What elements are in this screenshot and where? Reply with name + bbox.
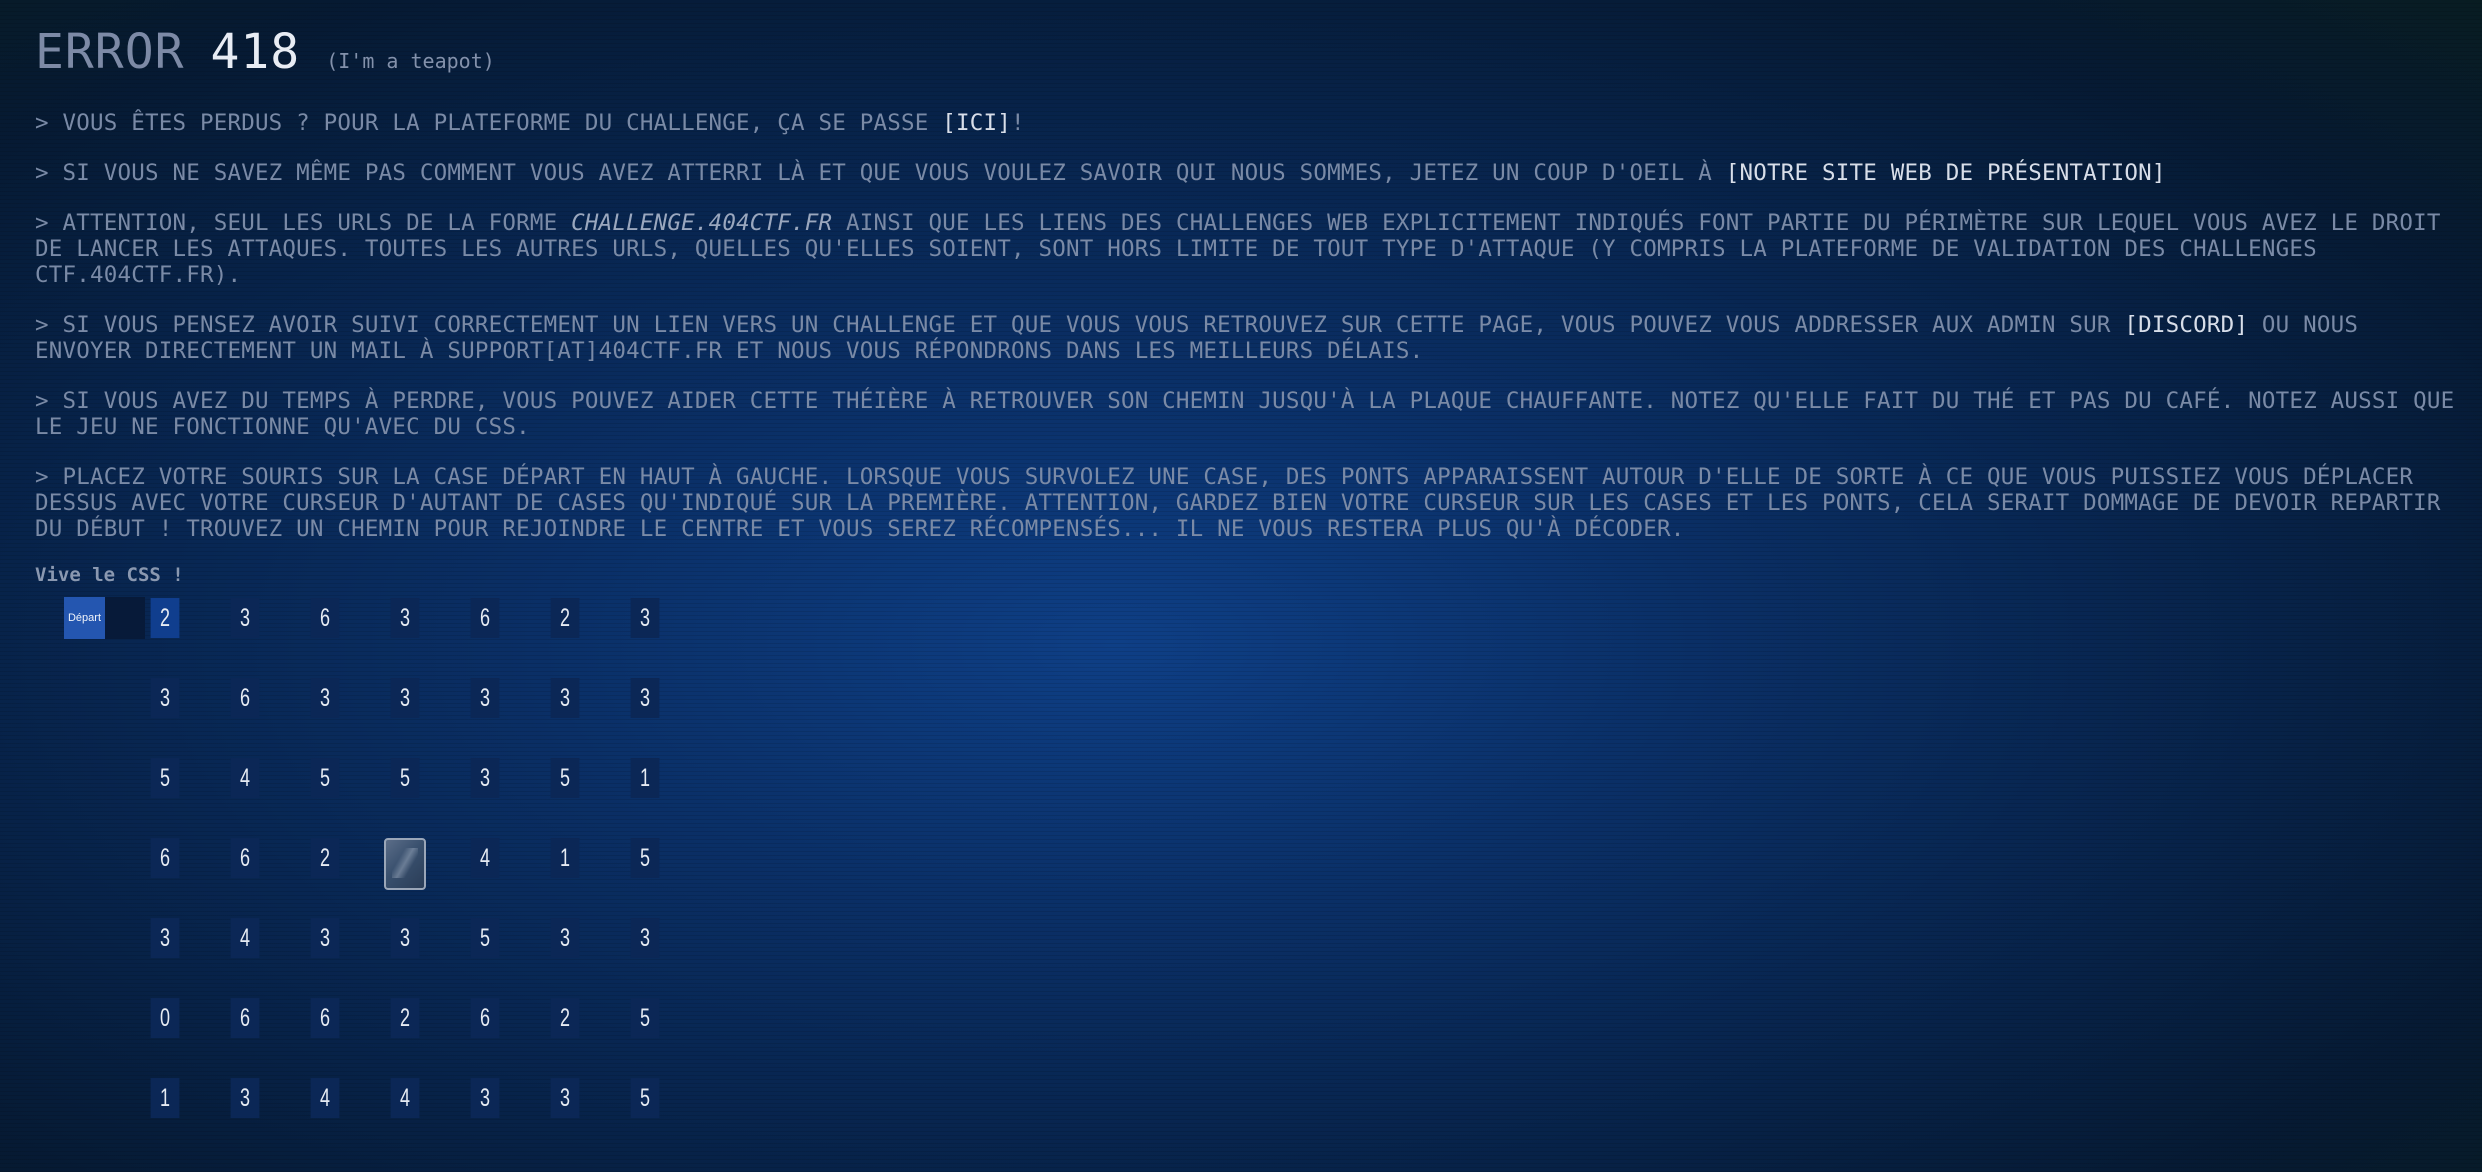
grid-cell-r4-c2[interactable]: 6 — [230, 838, 260, 878]
grid-cell-r7-c7[interactable]: 5 — [630, 1078, 660, 1118]
grid-cell-r1-c7[interactable]: 3 — [630, 598, 660, 638]
start-cell[interactable]: Départ — [64, 597, 105, 639]
paragraph-contact: > Si vous pensez avoir suivi correctemen… — [35, 312, 2455, 364]
paragraph-text: > Si vous ne savez même pas comment vous… — [35, 160, 1726, 186]
grid-cell-r1-c2[interactable]: 3 — [230, 598, 260, 638]
grid-cell-r7-c2[interactable]: 3 — [230, 1078, 260, 1118]
grid-cell-r7-c1[interactable]: 1 — [150, 1078, 180, 1118]
grid-cell-r5-c3[interactable]: 3 — [310, 918, 340, 958]
grid-cell-r1-c5[interactable]: 6 — [470, 598, 500, 638]
paragraph-text: > Vous êtes perdus ? Pour la plateforme … — [35, 110, 943, 136]
grid-cell-r6-c5[interactable]: 6 — [470, 998, 500, 1038]
paragraph-text: > Attention, seul les urls de la forme — [35, 210, 572, 236]
grid-cell-r3-c7[interactable]: 1 — [630, 758, 660, 798]
grid-cell-r6-c6[interactable]: 2 — [550, 998, 580, 1038]
grid-cell-r4-c5[interactable]: 4 — [470, 838, 500, 878]
grid-cell-r6-c4[interactable]: 2 — [390, 998, 420, 1038]
paragraph-scope-warning: > Attention, seul les urls de la forme c… — [35, 210, 2455, 288]
grid-cell-r5-c6[interactable]: 3 — [550, 918, 580, 958]
paragraph-about: > Si vous ne savez même pas comment vous… — [35, 160, 2455, 186]
grid-cell-r2-c2[interactable]: 6 — [230, 678, 260, 718]
grid-cell-r1-c6[interactable]: 2 — [550, 598, 580, 638]
grid-cell-r2-c5[interactable]: 3 — [470, 678, 500, 718]
grid-cell-r2-c3[interactable]: 3 — [310, 678, 340, 718]
grid-cell-r5-c5[interactable]: 5 — [470, 918, 500, 958]
paragraph-teapot: > Si vous avez du temps à perdre, vous p… — [35, 388, 2455, 440]
scope-domain: challenge.404ctf.fr — [571, 210, 833, 236]
grid-cell-r1-c1[interactable]: 2 — [150, 598, 180, 638]
game-label: Vive le CSS ! — [35, 564, 184, 586]
link-ici[interactable]: [ICI] — [942, 110, 1011, 136]
grid-cell-r3-c6[interactable]: 5 — [550, 758, 580, 798]
grid-cell-r4-c6[interactable]: 1 — [550, 838, 580, 878]
main-content: ERROR 418 (I'm a teapot) > Vous êtes per… — [35, 24, 2455, 542]
grid-cell-r3-c4[interactable]: 5 — [390, 758, 420, 798]
grid-cell-r4-c3[interactable]: 2 — [310, 838, 340, 878]
grid-cell-r4-c7[interactable]: 5 — [630, 838, 660, 878]
link-discord[interactable]: [Discord] — [2124, 312, 2248, 338]
teapot-icon — [384, 838, 426, 890]
grid-cell-r7-c6[interactable]: 3 — [550, 1078, 580, 1118]
grid-cell-r5-c4[interactable]: 3 — [390, 918, 420, 958]
grid-cell-r7-c3[interactable]: 4 — [310, 1078, 340, 1118]
page-title: ERROR 418 (I'm a teapot) — [35, 24, 2455, 80]
error-code: 418 — [210, 24, 301, 80]
grid-cell-r7-c5[interactable]: 3 — [470, 1078, 500, 1118]
grid-cell-r5-c1[interactable]: 3 — [150, 918, 180, 958]
grid-cell-r3-c1[interactable]: 5 — [150, 758, 180, 798]
grid-cell-r7-c4[interactable]: 4 — [390, 1078, 420, 1118]
grid-cell-r6-c3[interactable]: 6 — [310, 998, 340, 1038]
paragraph-text: > Si vous pensez avoir suivi correctemen… — [35, 312, 2125, 338]
paragraph-instructions: > Placez votre souris sur la case départ… — [35, 464, 2441, 542]
grid-cell-r6-c7[interactable]: 5 — [630, 998, 660, 1038]
grid-cell-r6-c2[interactable]: 6 — [230, 998, 260, 1038]
error-subtitle: (I'm a teapot) — [326, 49, 495, 73]
grid-cell-r2-c7[interactable]: 3 — [630, 678, 660, 718]
grid-cell-r1-c3[interactable]: 6 — [310, 598, 340, 638]
grid-cell-r2-c1[interactable]: 3 — [150, 678, 180, 718]
paragraph-text: ! — [1010, 110, 1025, 136]
grid-cell-r1-c4[interactable]: 3 — [390, 598, 420, 638]
grid-cell-r2-c6[interactable]: 3 — [550, 678, 580, 718]
grid-cell-r3-c5[interactable]: 3 — [470, 758, 500, 798]
grid-cell-r5-c7[interactable]: 3 — [630, 918, 660, 958]
link-presentation-site[interactable]: [notre site web de présentation] — [1726, 160, 2166, 186]
paragraph-platform: > Vous êtes perdus ? Pour la plateforme … — [35, 110, 2455, 136]
start-bridge[interactable] — [105, 597, 145, 639]
grid-cell-r4-c1[interactable]: 6 — [150, 838, 180, 878]
error-word: ERROR — [35, 24, 185, 80]
grid-cell-r6-c1[interactable]: 0 — [150, 998, 180, 1038]
grid-cell-r5-c2[interactable]: 4 — [230, 918, 260, 958]
grid-cell-r3-c3[interactable]: 5 — [310, 758, 340, 798]
grid-cell-r3-c2[interactable]: 4 — [230, 758, 260, 798]
grid-cell-r2-c4[interactable]: 3 — [390, 678, 420, 718]
